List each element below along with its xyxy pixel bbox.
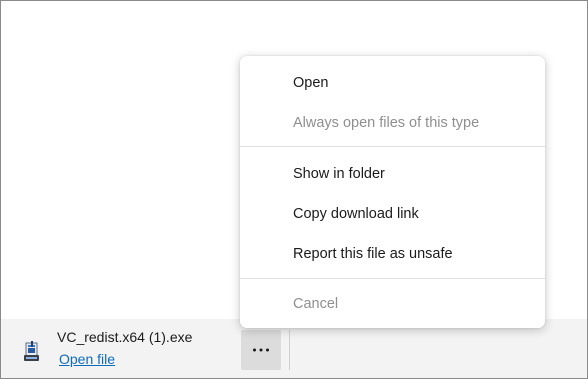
open-file-link[interactable]: Open file [59, 351, 115, 367]
menu-item-report-unsafe[interactable]: Report this file as unsafe [240, 234, 545, 274]
menu-item-cancel[interactable]: Cancel [240, 284, 545, 324]
menu-item-show-in-folder[interactable]: Show in folder [240, 154, 545, 194]
download-context-menu: Open Always open files of this type Show… [240, 56, 545, 328]
download-bar-divider [289, 330, 290, 370]
menu-item-copy-download-link[interactable]: Copy download link [240, 194, 545, 234]
menu-separator [240, 278, 545, 279]
browser-window: VC_redist.x64 (1).exe Open file Open Alw… [0, 0, 588, 379]
more-options-button[interactable] [241, 330, 281, 370]
menu-item-open[interactable]: Open [240, 63, 545, 103]
installer-file-icon [22, 341, 42, 363]
menu-separator [240, 146, 545, 147]
menu-item-always-open[interactable]: Always open files of this type [240, 103, 545, 143]
download-file-name[interactable]: VC_redist.x64 (1).exe [57, 329, 192, 345]
